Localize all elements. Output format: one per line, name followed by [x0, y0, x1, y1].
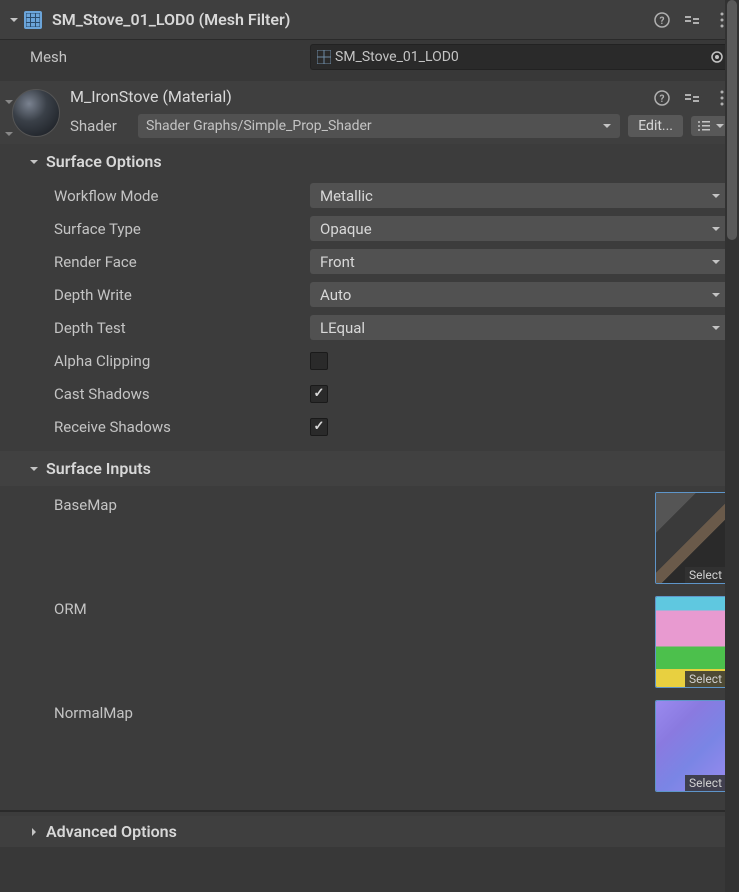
shader-dropdown[interactable]: Shader Graphs/Simple_Prop_Shader	[138, 114, 620, 138]
workflow-mode-label: Workflow Mode	[30, 187, 310, 205]
workflow-mode-dropdown[interactable]: Metallic	[310, 183, 731, 208]
svg-text:?: ?	[660, 94, 665, 105]
orm-label: ORM	[54, 596, 655, 618]
basemap-label: BaseMap	[54, 492, 655, 514]
mesh-field-row: Mesh SM_Stove_01_LOD0	[0, 40, 739, 73]
normalmap-texture-slot[interactable]: Select	[655, 700, 727, 792]
component-foldout[interactable]	[8, 14, 24, 26]
orm-select-button[interactable]: Select	[685, 671, 726, 687]
mesh-icon	[317, 50, 331, 64]
depth-test-dropdown[interactable]: LEqual	[310, 315, 731, 340]
surface-inputs-title: Surface Inputs	[46, 459, 151, 478]
advanced-options-title: Advanced Options	[46, 822, 177, 841]
orm-texture-slot[interactable]: Select	[655, 596, 727, 688]
alpha-clipping-checkbox[interactable]	[310, 352, 328, 370]
cast-shadows-label: Cast Shadows	[30, 385, 310, 403]
advanced-options-header[interactable]: Advanced Options	[0, 816, 739, 847]
basemap-select-button[interactable]: Select	[685, 567, 726, 583]
dropdown-arrow-icon	[711, 290, 721, 300]
dropdown-arrow-icon	[711, 323, 721, 333]
shader-label: Shader	[70, 117, 130, 135]
receive-shadows-label: Receive Shadows	[30, 418, 310, 436]
material-title: M_IronStove (Material)	[70, 87, 731, 106]
help-icon[interactable]: ?	[653, 89, 671, 107]
scrollbar-thumb[interactable]	[727, 0, 737, 240]
receive-shadows-checkbox[interactable]	[310, 418, 328, 436]
basemap-texture-slot[interactable]: Select	[655, 492, 727, 584]
normalmap-label: NormalMap	[54, 700, 655, 722]
mesh-filter-title: SM_Stove_01_LOD0 (Mesh Filter)	[52, 10, 653, 29]
cast-shadows-checkbox[interactable]	[310, 385, 328, 403]
object-picker-icon[interactable]	[710, 50, 724, 64]
depth-write-dropdown[interactable]: Auto	[310, 282, 731, 307]
surface-options-header[interactable]: Surface Options	[0, 144, 739, 179]
render-face-dropdown[interactable]: Front	[310, 249, 731, 274]
normalmap-select-button[interactable]: Select	[685, 775, 726, 791]
surface-inputs-header[interactable]: Surface Inputs	[0, 451, 739, 486]
material-preview-sphere[interactable]	[12, 89, 60, 137]
depth-test-label: Depth Test	[30, 319, 310, 337]
mesh-value: SM_Stove_01_LOD0	[335, 49, 459, 65]
shader-section-foldout-icon[interactable]	[4, 129, 14, 139]
dropdown-arrow-icon	[715, 121, 725, 131]
shader-value: Shader Graphs/Simple_Prop_Shader	[146, 118, 372, 134]
list-icon	[697, 119, 711, 133]
render-face-label: Render Face	[30, 253, 310, 271]
mesh-object-field[interactable]: SM_Stove_01_LOD0	[310, 44, 731, 70]
divider	[0, 810, 739, 812]
depth-write-label: Depth Write	[30, 286, 310, 304]
foldout-arrow-down-icon	[8, 14, 20, 26]
material-section: M_IronStove (Material) Shader Shader Gra…	[0, 81, 739, 847]
preset-icon[interactable]	[683, 11, 701, 29]
scrollbar-track[interactable]	[725, 0, 739, 892]
mesh-filter-header: SM_Stove_01_LOD0 (Mesh Filter) ?	[0, 0, 739, 40]
preset-icon[interactable]	[683, 89, 701, 107]
dropdown-arrow-icon	[711, 191, 721, 201]
foldout-arrow-right-icon	[28, 826, 40, 838]
mesh-filter-icon	[24, 11, 42, 29]
dropdown-arrow-icon	[711, 257, 721, 267]
alpha-clipping-label: Alpha Clipping	[30, 352, 310, 370]
material-foldout-icon[interactable]	[4, 97, 14, 107]
surface-options-title: Surface Options	[46, 152, 162, 171]
dropdown-arrow-icon	[602, 121, 612, 131]
foldout-arrow-down-icon	[28, 156, 40, 168]
dropdown-arrow-icon	[711, 224, 721, 234]
help-icon[interactable]: ?	[653, 11, 671, 29]
surface-type-dropdown[interactable]: Opaque	[310, 216, 731, 241]
svg-text:?: ?	[660, 16, 665, 27]
edit-shader-button[interactable]: Edit...	[628, 115, 683, 137]
mesh-label: Mesh	[30, 48, 310, 66]
foldout-arrow-down-icon	[28, 463, 40, 475]
surface-type-label: Surface Type	[30, 220, 310, 238]
